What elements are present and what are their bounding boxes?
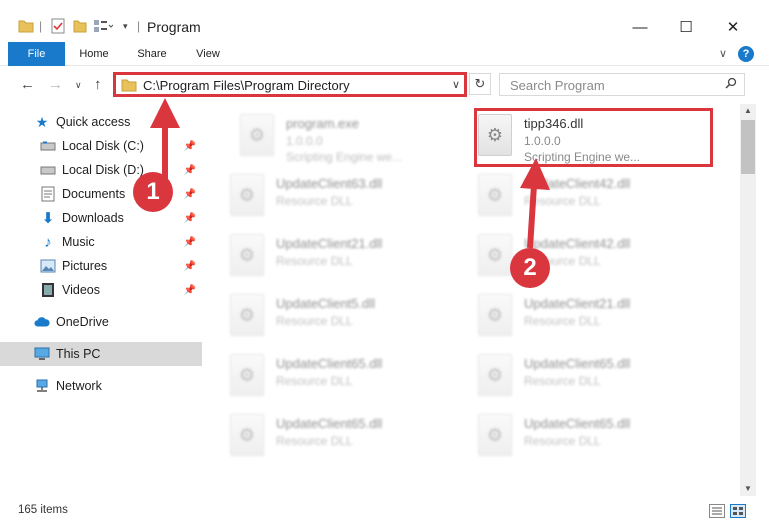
annotation-arrows [150,98,550,249]
arrow-2-shaft [527,184,537,249]
arrow-1-head [150,98,180,128]
annotation-badge-1: 1 [133,172,173,212]
arrow-2-head [520,158,550,190]
annotation-badge-2: 2 [510,248,550,288]
